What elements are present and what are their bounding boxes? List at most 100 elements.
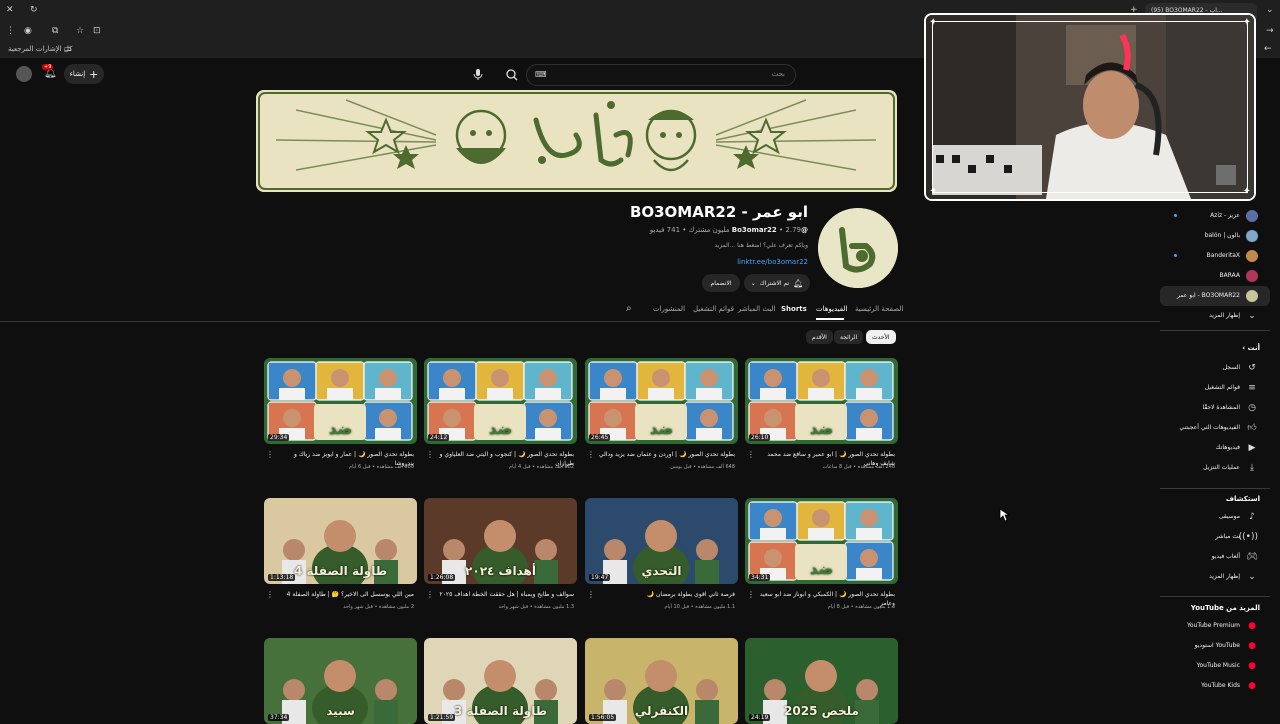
- sidebar-item[interactable]: فيديوهاتك ▶: [1160, 438, 1270, 458]
- channel-description[interactable]: وياكم تعرف علي؟ اضغط هنا ...المزيد: [714, 242, 808, 249]
- sidebar-you-header[interactable]: أنت ›: [1242, 344, 1260, 352]
- chip-oldest[interactable]: الأقدم: [806, 330, 833, 344]
- video-menu-icon[interactable]: ⋮: [747, 450, 755, 459]
- video-menu-icon[interactable]: ⋮: [587, 590, 595, 599]
- forward-icon[interactable]: →: [1266, 26, 1274, 36]
- chip-popular[interactable]: الرائجة: [834, 330, 864, 344]
- sidebar-subscription[interactable]: BARAA: [1160, 266, 1270, 286]
- sidebar-item[interactable]: إظهار المزيد ⌄: [1160, 567, 1270, 587]
- video-thumbnail[interactable]: سبيد 37:34: [264, 638, 417, 724]
- active-tab-indicator: [816, 318, 844, 320]
- sidebar-divider: [1160, 488, 1270, 489]
- search-input[interactable]: بحث ⌨: [526, 64, 796, 86]
- create-button[interactable]: إنشاء +: [64, 64, 104, 84]
- sidebar-item[interactable]: YouTube استوديو ●: [1160, 636, 1270, 656]
- video-thumbnail[interactable]: ضد 26:45: [585, 358, 738, 444]
- sidebar-item[interactable]: YouTube Premium ●: [1160, 616, 1270, 636]
- video-thumbnail[interactable]: ضد 24:12: [424, 358, 577, 444]
- tab-live[interactable]: البث المباشر: [738, 305, 775, 313]
- chip-latest[interactable]: الأحدث: [866, 330, 896, 344]
- sidebar-divider: [1160, 596, 1270, 597]
- video-menu-icon[interactable]: ⋮: [426, 590, 434, 599]
- youtube-studio-icon: ●: [1248, 641, 1256, 651]
- channel-avatar[interactable]: [818, 208, 898, 288]
- mouse-cursor-icon: [999, 508, 1009, 522]
- video-meta: 1.3 مليون مشاهدة • قبل 8 أيام: [827, 604, 895, 610]
- live-dot-icon: [1174, 254, 1177, 257]
- sidebar-item-label: عمليات التنزيل: [1203, 464, 1240, 471]
- video-thumbnail[interactable]: ضد 34:31: [745, 498, 898, 584]
- folder-icon: ▭: [64, 44, 72, 53]
- live-dot-icon: [1174, 214, 1177, 217]
- notifications-button[interactable]: 🔔︎ +9: [42, 64, 58, 82]
- sidebar-item[interactable]: السجل ↺: [1160, 358, 1270, 378]
- search-button[interactable]: [500, 64, 524, 86]
- channel-link[interactable]: linktr.ee/bo3omar22: [737, 258, 808, 266]
- account-avatar[interactable]: [16, 66, 32, 82]
- sidebar-item[interactable]: YouTube Kids ●: [1160, 676, 1270, 696]
- sidebar-subscription[interactable]: بالون | balón: [1160, 226, 1270, 246]
- extension-icon[interactable]: ⧉: [52, 26, 58, 36]
- sidebar-item-label: YouTube استوديو: [1194, 642, 1240, 649]
- video-title[interactable]: بطولة تحدي الصور 🌙 | اوردن و عثمان ضد يز…: [595, 450, 735, 459]
- cast-icon[interactable]: ⊡: [93, 26, 101, 36]
- video-thumbnail[interactable]: ملخص 2025 24:19: [745, 638, 898, 724]
- channel-avatar-icon: [1246, 210, 1258, 222]
- sidebar-item[interactable]: بث مباشر ((•)): [1160, 527, 1270, 547]
- profile-icon[interactable]: ◉: [24, 26, 32, 36]
- video-menu-icon[interactable]: ⋮: [266, 590, 274, 599]
- subscribed-button[interactable]: ⌄ تم الاشتراك 🔔︎: [744, 274, 810, 292]
- video-thumbnail[interactable]: الكنقرلي 1:56:05: [585, 638, 738, 724]
- channel-search-icon[interactable]: ⌕: [626, 304, 632, 314]
- video-duration: 24:12: [428, 434, 450, 441]
- sidebar-item[interactable]: موسيقى ♪: [1160, 507, 1270, 527]
- voice-search-button[interactable]: [470, 66, 486, 82]
- tab-home[interactable]: الصفحة الرئيسية: [855, 305, 903, 313]
- video-title[interactable]: سوالف و طايح ويمباه | هل حققت الخطة اهدا…: [434, 590, 574, 599]
- keyboard-icon[interactable]: ⌨: [535, 70, 547, 80]
- notification-badge: +9: [42, 64, 54, 70]
- video-menu-icon[interactable]: ⋮: [266, 450, 274, 459]
- sparkle-icon: ✦: [1242, 17, 1251, 28]
- sidebar-item[interactable]: YouTube Music ●: [1160, 656, 1270, 676]
- chevron-down-icon[interactable]: ⌄: [1266, 5, 1274, 15]
- sidebar-item[interactable]: إظهار المزيد ⌄: [1160, 306, 1270, 326]
- sidebar-item-label: BanderitaX: [1206, 252, 1240, 259]
- tab-playlists[interactable]: قوائم التشغيل: [693, 305, 734, 313]
- video-title[interactable]: فرصة ثاني اقوى بطولة برمضان 🌙: [595, 590, 735, 599]
- video-thumbnail[interactable]: التحدي 19:47: [585, 498, 738, 584]
- video-thumbnail[interactable]: طاولة الصفلة 3 1:21:59: [424, 638, 577, 724]
- sidebar-subscription[interactable]: عزيز - Aziz: [1160, 206, 1270, 226]
- video-title[interactable]: مين اللي يوسسل الى الاخير؟ 🤔 | طاولة الص…: [274, 590, 414, 599]
- sidebar-item[interactable]: قوائم التشغيل ≡: [1160, 378, 1270, 398]
- sidebar-item[interactable]: ألعاب فيديو 🎮︎: [1160, 547, 1270, 567]
- sidebar-subscription[interactable]: BanderitaX: [1160, 246, 1270, 266]
- bell-icon: 🔔︎: [793, 278, 804, 288]
- download-icon: ⤓: [1250, 463, 1254, 473]
- video-menu-icon[interactable]: ⋮: [747, 590, 755, 599]
- reload-icon[interactable]: ↻: [30, 5, 38, 15]
- sidebar-item[interactable]: المشاهدة لاحقًا ◷: [1160, 398, 1270, 418]
- star-icon[interactable]: ☆: [76, 26, 84, 36]
- sidebar-item[interactable]: عمليات التنزيل ⤓: [1160, 458, 1270, 478]
- chevron-right-icon: ›: [1242, 344, 1246, 352]
- sidebar-item[interactable]: الفيديوهات التي أعجبتني 👍︎: [1160, 418, 1270, 438]
- mic-icon: [473, 69, 483, 80]
- video-menu-icon[interactable]: ⋮: [587, 450, 595, 459]
- tab-videos[interactable]: الفيديوهات: [816, 305, 847, 313]
- sidebar-subscription[interactable]: BO3OMAR22 - ابو عمر: [1160, 286, 1270, 306]
- video-thumbnail[interactable]: ضد 26:10: [745, 358, 898, 444]
- back-icon[interactable]: ←: [1264, 44, 1272, 54]
- close-icon[interactable]: ✕: [6, 5, 14, 15]
- video-menu-icon[interactable]: ⋮: [426, 450, 434, 459]
- video-thumbnail[interactable]: طاولة الصفلة 4 1:13:18: [264, 498, 417, 584]
- tab-shorts[interactable]: Shorts: [781, 305, 807, 313]
- tab-posts[interactable]: المنشورات: [653, 305, 685, 313]
- all-bookmarks[interactable]: كل الإشارات المرجعية: [8, 45, 73, 53]
- menu-kebab-icon[interactable]: ⋮: [6, 26, 15, 36]
- sidebar-item-label: بث مباشر: [1215, 533, 1240, 540]
- video-thumbnail[interactable]: أهداف ٢٠٢٤ 1:26:08: [424, 498, 577, 584]
- video-thumbnail[interactable]: ضد 29:34: [264, 358, 417, 444]
- join-button[interactable]: الانضمام: [702, 274, 740, 292]
- sidebar-item-label: إظهار المزيد: [1209, 573, 1240, 580]
